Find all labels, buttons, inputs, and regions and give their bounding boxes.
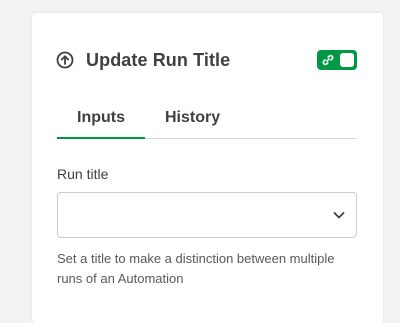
- run-title-help-text: Set a title to make a distinction betwee…: [57, 251, 335, 286]
- toggle-knob: [340, 53, 354, 67]
- circle-up-arrow-icon: [56, 51, 74, 69]
- tab-history[interactable]: History: [145, 98, 240, 138]
- tab-bar: Inputs History: [57, 98, 357, 139]
- enable-toggle[interactable]: [317, 50, 357, 70]
- run-title-select[interactable]: [57, 192, 357, 238]
- block-config-panel: Update Run Title Inputs History Run titl…: [32, 13, 383, 323]
- tab-inputs[interactable]: Inputs: [57, 98, 145, 139]
- chevron-down-icon: [332, 208, 346, 222]
- panel-header: Update Run Title: [56, 47, 357, 73]
- run-title-label: Run title: [57, 166, 109, 182]
- panel-title: Update Run Title: [86, 49, 231, 70]
- link-icon: [320, 52, 336, 68]
